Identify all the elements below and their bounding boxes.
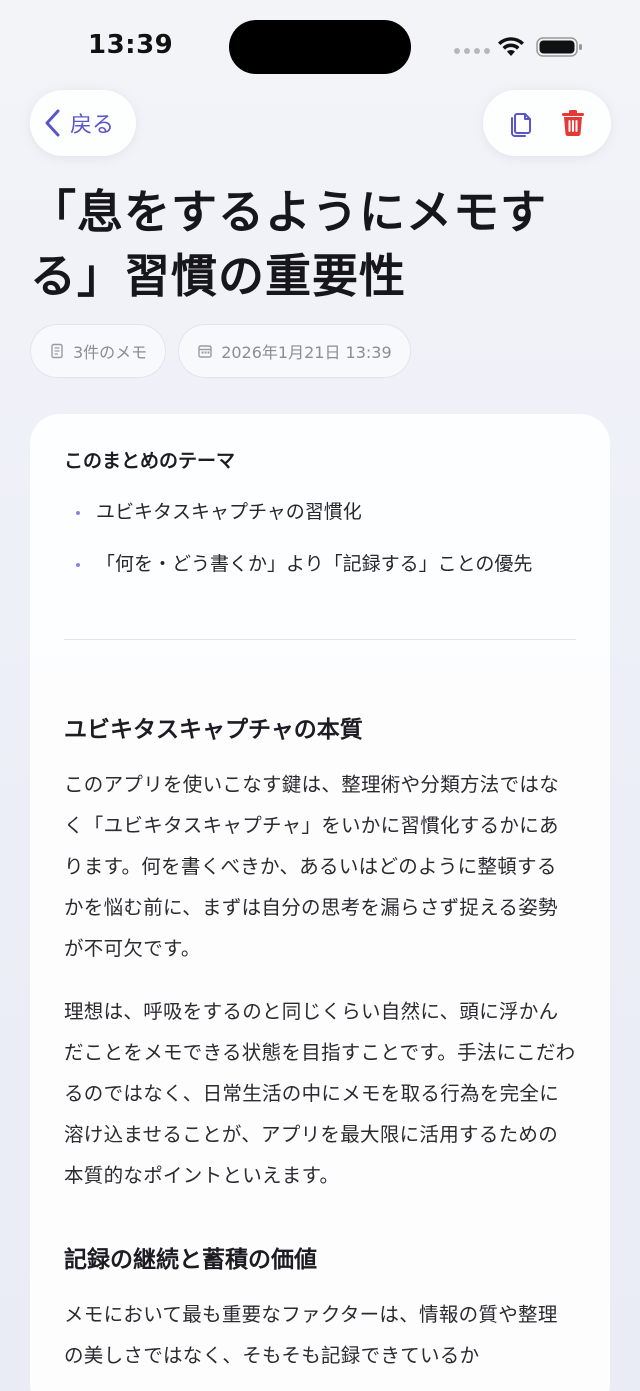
memo-count-chip: 3件のメモ — [30, 324, 167, 378]
list-item: 「何を・どう書くか」より「記録する」ことの優先 — [64, 549, 576, 601]
list-item-text: ユビキタスキャプチャの習慣化 — [96, 501, 362, 523]
cellular-signal-icon — [454, 48, 490, 54]
paragraph: 理想は、呼吸をするのと同じくらい自然に、頭に浮かんだことをメモできる状態を目指す… — [64, 1000, 576, 1187]
page-title: 「息をするようにメモする」習慣の重要性 — [30, 185, 547, 303]
bullet-icon — [76, 511, 80, 515]
back-label: 戻る — [70, 113, 115, 138]
calendar-icon — [198, 345, 212, 358]
theme-heading: このまとめのテーマ — [64, 450, 236, 472]
copy-icon — [511, 113, 531, 137]
trash-icon — [562, 110, 584, 137]
status-time: 13:39 — [88, 30, 174, 60]
paragraph: メモにおいて最も重要なファクターは、情報の質や整理の美しさではなく、そもそも記録… — [64, 1303, 558, 1367]
document-icon — [51, 343, 63, 359]
wifi-icon — [498, 37, 524, 56]
list-item: ユビキタスキャプチャの習慣化 — [64, 497, 576, 549]
created-date: 2026年1月21日 13:39 — [221, 343, 392, 362]
copy-button[interactable] — [503, 105, 539, 141]
list-item-text: 「何を・どう書くか」より「記録する」ことの優先 — [96, 553, 533, 575]
action-group — [483, 90, 611, 156]
date-chip: 2026年1月21日 13:39 — [178, 324, 411, 378]
summary-card: このまとめのテーマ ユビキタスキャプチャの習慣化 「何を・どう書くか」より「記録… — [30, 414, 610, 1391]
navigation-bar: 戻る — [0, 90, 640, 156]
status-bar: 13:39 — [0, 0, 640, 96]
dynamic-island — [229, 20, 411, 74]
meta-row: 3件のメモ 2026年1月21日 13:39 — [30, 324, 411, 378]
back-button[interactable]: 戻る — [30, 90, 136, 156]
divider — [64, 639, 576, 640]
bullet-icon — [76, 563, 80, 567]
delete-button[interactable] — [555, 105, 591, 141]
memo-count: 3件のメモ — [73, 343, 148, 362]
section-title: 記録の継続と蓄積の価値 — [64, 1247, 317, 1273]
paragraph: このアプリを使いこなす鍵は、整理術や分類方法ではなく「ユビキタスキャプチャ」をい… — [64, 773, 560, 960]
theme-list: ユビキタスキャプチャの習慣化 「何を・どう書くか」より「記録する」ことの優先 — [64, 497, 576, 601]
section-title: ユビキタスキャプチャの本質 — [64, 717, 363, 743]
chevron-left-icon — [45, 109, 60, 137]
battery-icon — [536, 37, 582, 57]
